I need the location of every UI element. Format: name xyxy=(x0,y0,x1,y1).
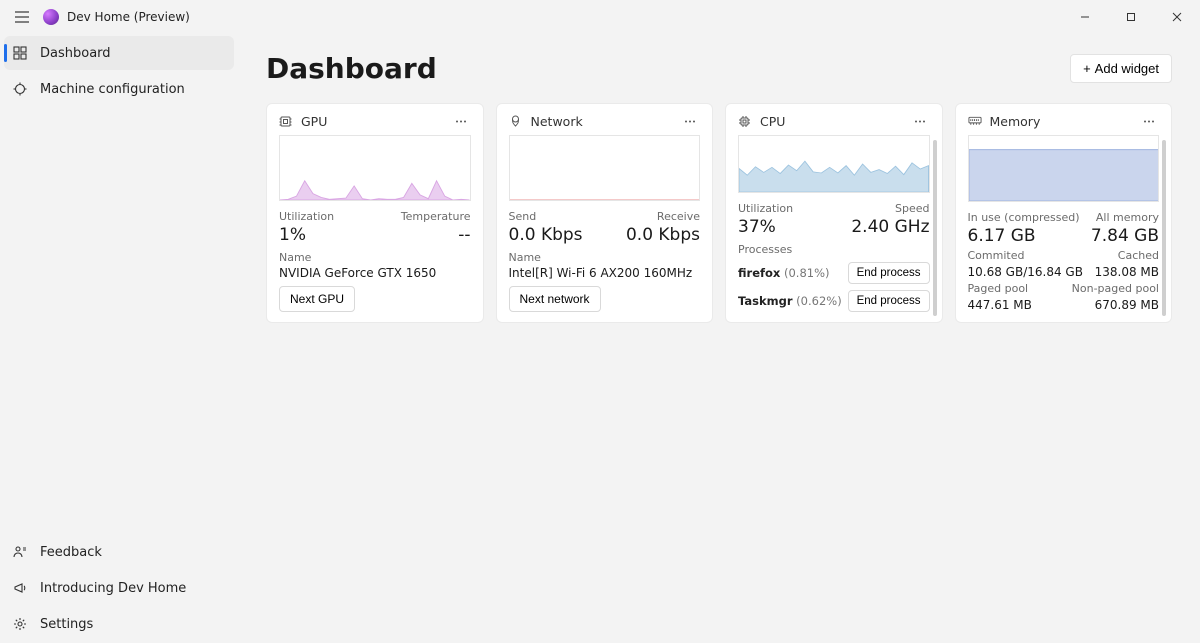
sidebar-item-feedback[interactable]: Feedback xyxy=(4,535,234,569)
scrollbar[interactable] xyxy=(933,140,937,316)
feedback-icon xyxy=(12,545,28,559)
net-name-value: Intel[R] Wi-Fi 6 AX200 160MHz xyxy=(509,266,701,280)
sidebar-item-label: Introducing Dev Home xyxy=(40,581,186,596)
sidebar-item-label: Dashboard xyxy=(40,46,111,61)
sidebar-item-label: Feedback xyxy=(40,545,102,560)
gpu-icon xyxy=(279,115,293,128)
cpu-util-value: 37% xyxy=(738,217,776,237)
next-gpu-button[interactable]: Next GPU xyxy=(279,286,355,312)
mem-all-value: 7.84 GB xyxy=(1091,226,1159,246)
net-name-label: Name xyxy=(509,251,701,264)
cpu-util-label: Utilization xyxy=(738,202,793,215)
dashboard-icon xyxy=(12,46,28,60)
sidebar-item-intro[interactable]: Introducing Dev Home xyxy=(4,571,234,605)
plus-icon: + xyxy=(1083,61,1091,76)
widget-cpu: CPU Utilization Speed 37% 2.40 GHz Proce… xyxy=(725,103,943,323)
mem-commit-value: 10.68 GB/16.84 GB xyxy=(968,265,1083,279)
proc-pct: (0.81%) xyxy=(784,266,830,280)
cpu-proc-row: Taskmgr (0.62%) End process xyxy=(738,290,930,312)
add-widget-button[interactable]: + Add widget xyxy=(1070,54,1172,83)
sidebar-item-dashboard[interactable]: Dashboard xyxy=(4,36,234,70)
megaphone-icon xyxy=(12,581,28,595)
widget-title: Memory xyxy=(990,114,1041,129)
widget-menu-button[interactable] xyxy=(910,118,930,125)
cpu-proc-label: Processes xyxy=(738,243,930,256)
widget-menu-button[interactable] xyxy=(451,118,471,125)
widget-gpu: GPU Utilization Temperature 1% -- Name xyxy=(266,103,484,323)
gpu-name-value: NVIDIA GeForce GTX 1650 xyxy=(279,266,471,280)
widget-network: Network Send Receive 0.0 Kbps 0.0 Kbps N… xyxy=(496,103,714,323)
cpu-chart xyxy=(738,135,930,193)
window-minimize-button[interactable] xyxy=(1062,0,1108,34)
mem-nonpaged-label: Non-paged pool xyxy=(1072,282,1159,295)
sidebar-item-label: Settings xyxy=(40,617,93,632)
end-process-button[interactable]: End process xyxy=(848,262,930,284)
mem-inuse-value: 6.17 GB xyxy=(968,226,1036,246)
widget-row: GPU Utilization Temperature 1% -- Name xyxy=(266,103,1172,323)
page-title: Dashboard xyxy=(266,52,437,85)
cpu-speed-label: Speed xyxy=(895,202,929,215)
memory-icon xyxy=(968,116,982,127)
gpu-name-label: Name xyxy=(279,251,471,264)
app-logo-icon xyxy=(43,9,59,25)
cpu-speed-value: 2.40 GHz xyxy=(851,217,929,237)
widget-memory: Memory In use (compressed) All memory 6.… xyxy=(955,103,1173,323)
gpu-util-label: Utilization xyxy=(279,210,334,223)
machine-config-icon xyxy=(12,82,28,96)
sidebar-item-label: Machine configuration xyxy=(40,82,185,97)
gpu-chart xyxy=(279,135,471,201)
window-close-button[interactable] xyxy=(1154,0,1200,34)
widget-title: CPU xyxy=(760,114,785,129)
widget-title: Network xyxy=(531,114,583,129)
main-content: Dashboard + Add widget GPU xyxy=(238,34,1200,643)
mem-commit-label: Commited xyxy=(968,249,1025,262)
next-network-button[interactable]: Next network xyxy=(509,286,601,312)
titlebar: Dev Home (Preview) xyxy=(0,0,1200,34)
widget-menu-button[interactable] xyxy=(680,118,700,125)
mem-cached-value: 138.08 MB xyxy=(1095,265,1159,279)
proc-name: Taskmgr xyxy=(738,294,793,308)
widget-title: GPU xyxy=(301,114,327,129)
mem-inuse-label: In use (compressed) xyxy=(968,211,1080,224)
window-maximize-button[interactable] xyxy=(1108,0,1154,34)
proc-pct: (0.62%) xyxy=(796,294,842,308)
net-recv-label: Receive xyxy=(657,210,700,223)
net-recv-value: 0.0 Kbps xyxy=(626,225,700,245)
net-send-label: Send xyxy=(509,210,537,223)
mem-paged-value: 447.61 MB xyxy=(968,298,1032,312)
cpu-icon xyxy=(738,115,752,128)
hamburger-menu-button[interactable] xyxy=(5,0,39,34)
proc-name: firefox xyxy=(738,266,780,280)
gpu-temp-value: -- xyxy=(458,225,470,245)
sidebar-item-settings[interactable]: Settings xyxy=(4,607,234,641)
gpu-temp-label: Temperature xyxy=(401,210,471,223)
scrollbar[interactable] xyxy=(1162,140,1166,316)
mem-all-label: All memory xyxy=(1096,211,1159,224)
net-send-value: 0.0 Kbps xyxy=(509,225,583,245)
widget-menu-button[interactable] xyxy=(1139,118,1159,125)
network-chart xyxy=(509,135,701,201)
mem-cached-label: Cached xyxy=(1118,249,1159,262)
memory-chart xyxy=(968,135,1160,202)
mem-nonpaged-value: 670.89 MB xyxy=(1095,298,1159,312)
sidebar: Dashboard Machine configuration Feedback… xyxy=(0,34,238,643)
gpu-util-value: 1% xyxy=(279,225,306,245)
end-process-button[interactable]: End process xyxy=(848,290,930,312)
mem-paged-label: Paged pool xyxy=(968,282,1029,295)
gear-icon xyxy=(12,617,28,631)
add-widget-label: Add widget xyxy=(1095,61,1159,76)
sidebar-item-machine-config[interactable]: Machine configuration xyxy=(4,72,234,106)
cpu-proc-row: firefox (0.81%) End process xyxy=(738,262,930,284)
app-title: Dev Home (Preview) xyxy=(67,10,190,24)
network-icon xyxy=(509,115,523,128)
